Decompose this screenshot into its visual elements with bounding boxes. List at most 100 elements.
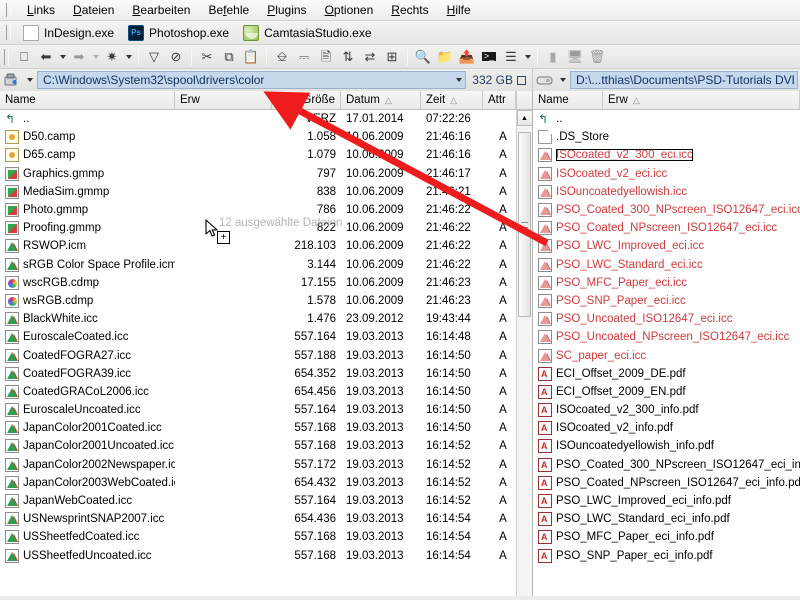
menu-item-optionen[interactable]: Optionen bbox=[316, 1, 383, 19]
table-row[interactable]: PSO_LWC_Improved_eci_info.pdf bbox=[533, 492, 800, 510]
list-view-dropdown[interactable] bbox=[522, 47, 533, 67]
app-button-indesign[interactable]: InDesign.exe bbox=[19, 23, 124, 43]
table-row[interactable]: ISOuncoatedyellowish.icc bbox=[533, 183, 800, 201]
table-row[interactable]: JapanColor2003WebCoated.icc654.43219.03.… bbox=[0, 474, 532, 492]
drive-a-button[interactable]: ▮ bbox=[542, 47, 564, 67]
menu-item-hilfe[interactable]: Hilfe bbox=[438, 1, 480, 19]
right-drive-dropdown[interactable] bbox=[557, 70, 568, 90]
table-row[interactable]: PSO_MFC_Paper_eci_info.pdf bbox=[533, 528, 800, 546]
table-row[interactable]: USSheetfedUncoated.icc557.16819.03.20131… bbox=[0, 547, 532, 565]
command-line-button[interactable]: >_ bbox=[478, 47, 500, 67]
table-row[interactable]: PSO_Uncoated_NPscreen_ISO12647_eci.icc bbox=[533, 328, 800, 346]
table-row[interactable]: SC_paper_eci.icc bbox=[533, 346, 800, 364]
scroll-up-button[interactable]: ▲ bbox=[517, 110, 533, 126]
table-row[interactable]: D50.camp1.05810.06.200921:46:16A bbox=[0, 128, 532, 146]
table-row[interactable]: ISOuncoatedyellowish_info.pdf bbox=[533, 437, 800, 455]
chevron-down-icon[interactable] bbox=[456, 78, 462, 82]
right-file-list[interactable]: ↰...DS_StoreISOcoated_v2_300_eci.iccISOc… bbox=[533, 110, 800, 596]
network-button[interactable]: 🖥 bbox=[564, 47, 586, 67]
table-row[interactable]: USNewsprintSNAP2007.icc654.43619.03.2013… bbox=[0, 510, 532, 528]
menu-item-rechts[interactable]: Rechts bbox=[382, 1, 437, 19]
scroll-thumb[interactable] bbox=[518, 132, 531, 317]
table-row[interactable]: EuroscaleUncoated.icc557.16419.03.201316… bbox=[0, 401, 532, 419]
table-row[interactable]: ISOcoated_v2_info.pdf bbox=[533, 419, 800, 437]
table-row[interactable]: Graphics.gmmp79710.06.200921:46:17A bbox=[0, 165, 532, 183]
column-header-name[interactable]: Name bbox=[0, 91, 175, 109]
right-path-field[interactable]: D:\...tthias\Documents\PSD-Tutorials DVD… bbox=[570, 71, 798, 89]
table-row[interactable]: JapanWebCoated.icc557.16419.03.201316:14… bbox=[0, 492, 532, 510]
table-row[interactable]: ECI_Offset_2009_EN.pdf bbox=[533, 383, 800, 401]
app-bar-grip[interactable] bbox=[6, 25, 11, 40]
menu-item-dateien[interactable]: Dateien bbox=[64, 1, 123, 19]
table-row[interactable]: ISOcoated_v2_eci.icc bbox=[533, 165, 800, 183]
left-vertical-scrollbar[interactable]: ▲ bbox=[516, 110, 532, 596]
column-header-groesse[interactable]: Größe bbox=[272, 91, 341, 109]
multi-rename-button[interactable]: ⊞ bbox=[381, 47, 403, 67]
table-row[interactable]: ↰..VERZ17.01.201407:22:26 bbox=[0, 110, 532, 128]
left-file-list[interactable]: ↰..VERZ17.01.201407:22:26D50.camp1.05810… bbox=[0, 110, 532, 596]
menu-item-links[interactable]: Links bbox=[18, 1, 64, 19]
menu-item-bearbeiten[interactable]: Bearbeiten bbox=[123, 1, 199, 19]
app-button-camtasia[interactable]: CamtasiaStudio.exe bbox=[239, 23, 381, 43]
table-row[interactable]: JapanColor2002Newspaper.icc557.17219.03.… bbox=[0, 456, 532, 474]
favorites-button[interactable]: ✷ bbox=[101, 47, 123, 67]
table-row[interactable]: CoatedGRACoL2006.icc654.45619.03.201316:… bbox=[0, 383, 532, 401]
table-row[interactable]: ↰.. bbox=[533, 110, 800, 128]
table-row[interactable]: PSO_LWC_Improved_eci.icc bbox=[533, 237, 800, 255]
right-drive-icon[interactable] bbox=[533, 70, 557, 90]
table-row[interactable]: ISOcoated_v2_300_eci.icc bbox=[533, 146, 800, 164]
unselect-group-button[interactable]: ⊘ bbox=[165, 47, 187, 67]
back-history-dropdown[interactable] bbox=[57, 47, 68, 67]
parent-folder-button[interactable]: ⎕ bbox=[13, 47, 35, 67]
toolbar-grip[interactable] bbox=[4, 49, 9, 65]
compare-button[interactable]: ⇅ bbox=[337, 47, 359, 67]
column-header-zeit[interactable]: Zeit △ bbox=[421, 91, 483, 109]
table-row[interactable]: wscRGB.cdmp17.15510.06.200921:46:23A bbox=[0, 274, 532, 292]
table-row[interactable]: Proofing.gmmp82210.06.200921:46:22A bbox=[0, 219, 532, 237]
table-row[interactable]: CoatedFOGRA27.icc557.18819.03.201316:14:… bbox=[0, 346, 532, 364]
table-row[interactable]: PSO_SNP_Paper_eci.icc bbox=[533, 292, 800, 310]
table-row[interactable]: PSO_Coated_300_NPscreen_ISO12647_eci_inf… bbox=[533, 456, 800, 474]
table-row[interactable]: JapanColor2001Uncoated.icc557.16819.03.2… bbox=[0, 437, 532, 455]
favorites-dropdown[interactable] bbox=[123, 47, 134, 67]
ftp-connect-button[interactable]: 📤 bbox=[456, 47, 478, 67]
table-row[interactable]: PSO_Coated_300_NPscreen_ISO12647_eci.icc bbox=[533, 201, 800, 219]
table-row[interactable]: PSO_LWC_Standard_eci_info.pdf bbox=[533, 510, 800, 528]
select-group-button[interactable]: ▽ bbox=[143, 47, 165, 67]
pack-files-button[interactable]: ⎒ bbox=[271, 47, 293, 67]
list-view-button[interactable]: ☰ bbox=[500, 47, 522, 67]
cut-button[interactable]: ✂ bbox=[196, 47, 218, 67]
left-drive-icon[interactable] bbox=[0, 70, 24, 90]
properties-button[interactable]: 🖹 bbox=[315, 47, 337, 67]
table-row[interactable]: wsRGB.cdmp1.57810.06.200921:46:23A bbox=[0, 292, 532, 310]
table-row[interactable]: RSWOP.icm218.10310.06.200921:46:22A bbox=[0, 237, 532, 255]
menu-item-befehle[interactable]: Befehle bbox=[199, 1, 258, 19]
table-row[interactable]: JapanColor2001Coated.icc557.16819.03.201… bbox=[0, 419, 532, 437]
table-row[interactable]: BlackWhite.icc1.47623.09.201219:43:44A bbox=[0, 310, 532, 328]
table-row[interactable]: PSO_SNP_Paper_eci_info.pdf bbox=[533, 547, 800, 565]
table-row[interactable]: PSO_Coated_NPscreen_ISO12647_eci.icc bbox=[533, 219, 800, 237]
table-row[interactable]: EuroscaleCoated.icc557.16419.03.201316:1… bbox=[0, 328, 532, 346]
trash-button[interactable]: 🗑 bbox=[586, 47, 608, 67]
column-header-attr[interactable]: Attr bbox=[483, 91, 516, 109]
sync-dirs-button[interactable]: ⇄ bbox=[359, 47, 381, 67]
table-row[interactable]: Photo.gmmp78610.06.200921:46:22A bbox=[0, 201, 532, 219]
table-row[interactable]: PSO_LWC_Standard_eci.icc bbox=[533, 256, 800, 274]
table-row[interactable]: D65.camp1.07910.06.200921:46:16A bbox=[0, 146, 532, 164]
back-button[interactable]: ⬅ bbox=[35, 47, 57, 67]
menu-item-plugins[interactable]: Plugins bbox=[258, 1, 315, 19]
table-row[interactable]: sRGB Color Space Profile.icm3.14410.06.2… bbox=[0, 256, 532, 274]
table-row[interactable]: .DS_Store bbox=[533, 128, 800, 146]
table-row[interactable]: PSO_MFC_Paper_eci.icc bbox=[533, 274, 800, 292]
find-files-button[interactable]: 🔍 bbox=[412, 47, 434, 67]
copy-button[interactable]: ⧉ bbox=[218, 47, 240, 67]
table-row[interactable]: ISOcoated_v2_300_info.pdf bbox=[533, 401, 800, 419]
table-row[interactable]: ECI_Offset_2009_DE.pdf bbox=[533, 365, 800, 383]
column-header-datum[interactable]: Datum △ bbox=[341, 91, 421, 109]
table-row[interactable]: PSO_Coated_NPscreen_ISO12647_eci_info.pd… bbox=[533, 474, 800, 492]
left-path-field[interactable]: C:\Windows\System32\spool\drivers\color bbox=[37, 71, 466, 89]
menu-bar-grip[interactable] bbox=[6, 3, 11, 17]
column-header-name[interactable]: Name bbox=[533, 91, 603, 109]
column-header-erw[interactable]: Erw bbox=[175, 91, 272, 109]
unpack-files-button[interactable]: ⎓ bbox=[293, 47, 315, 67]
